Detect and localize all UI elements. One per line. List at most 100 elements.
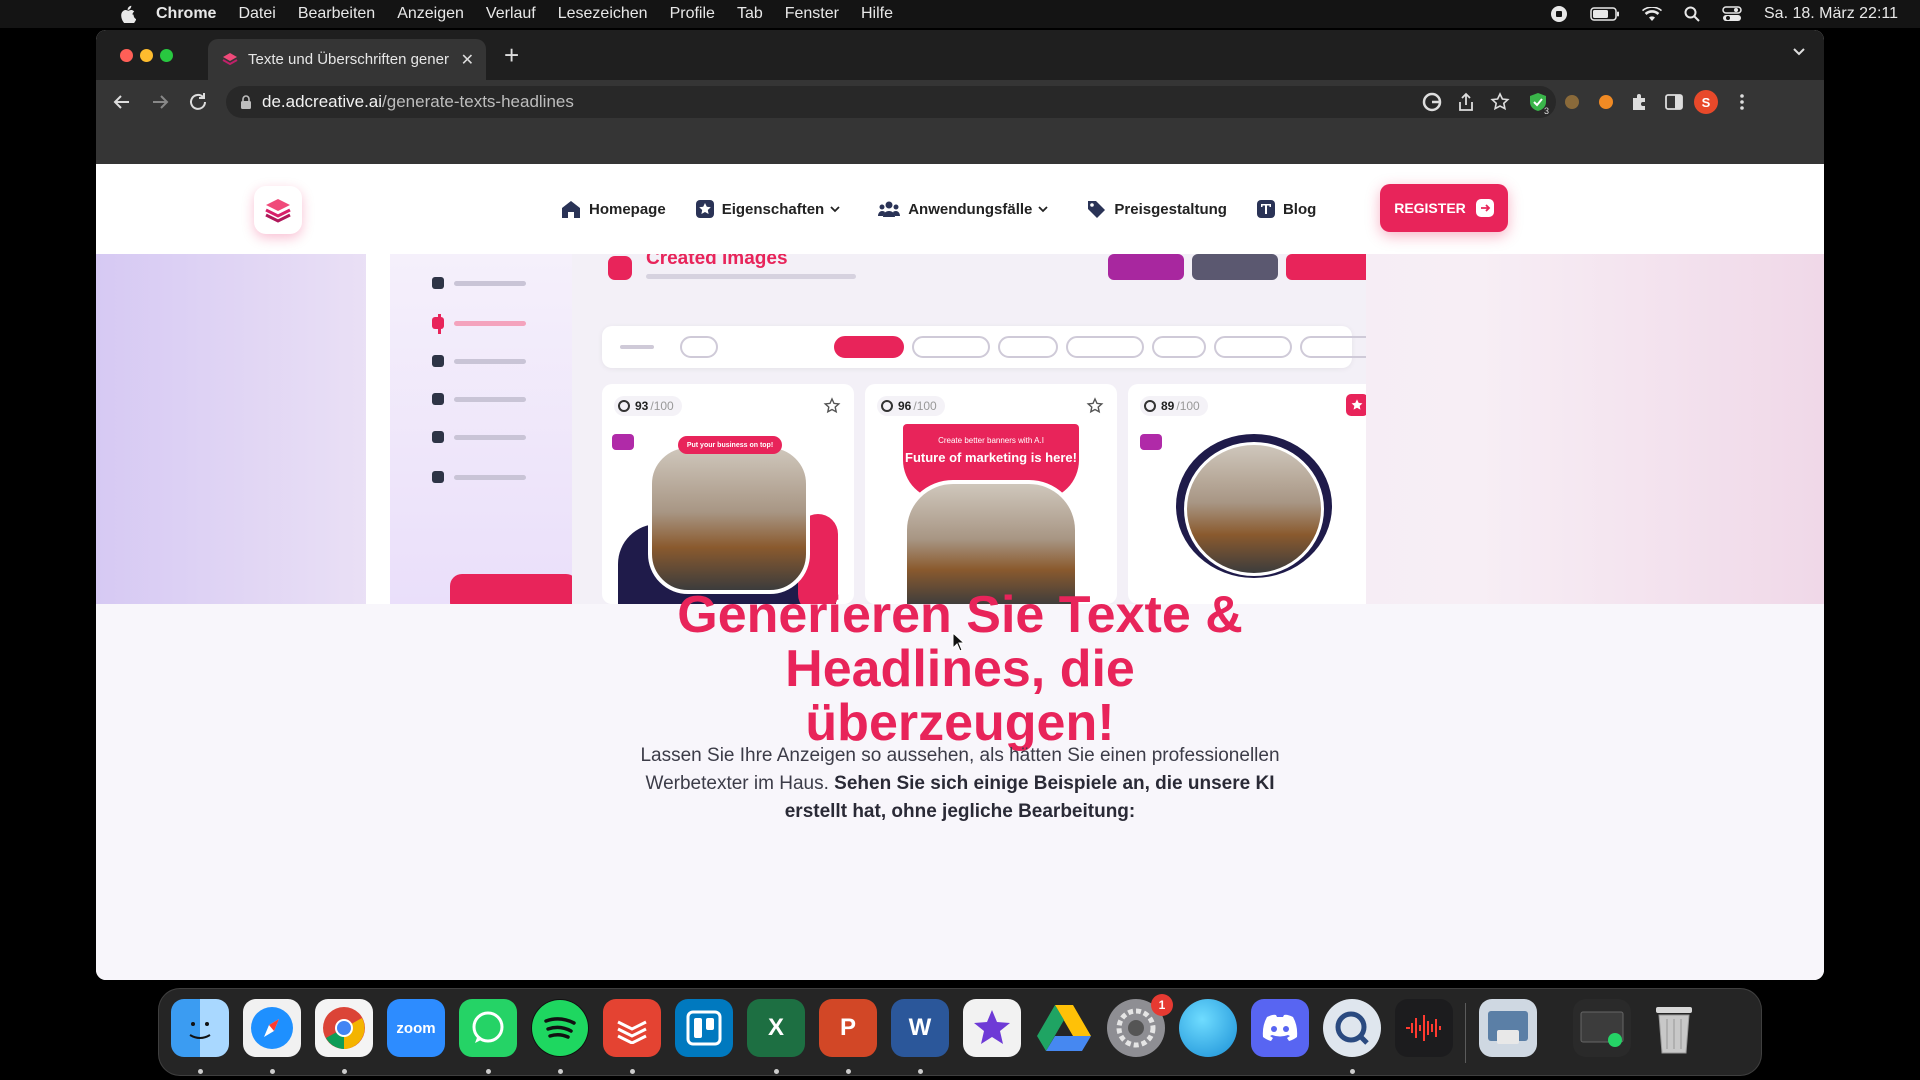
dock-word-icon[interactable]: W xyxy=(891,999,949,1057)
star-outline-icon xyxy=(1086,397,1104,414)
share-icon[interactable] xyxy=(1456,92,1476,112)
mockup-edit-button xyxy=(1108,254,1184,280)
hero-subtitle: Lassen Sie Ihre Anzeigen so aussehen, al… xyxy=(96,742,1824,826)
dock-imovie-icon[interactable] xyxy=(963,999,1021,1057)
dock-quicktime-icon[interactable] xyxy=(1323,999,1381,1057)
tab-search-chevron-icon[interactable] xyxy=(1792,44,1806,58)
mockup-title: Created images xyxy=(646,254,788,269)
dock-spotify-icon[interactable] xyxy=(531,999,589,1057)
dock-powerpoint-icon[interactable]: P xyxy=(819,999,877,1057)
wifi-icon[interactable] xyxy=(1642,6,1662,22)
dock-whatsapp-icon[interactable] xyxy=(459,999,517,1057)
menu-verlauf[interactable]: Verlauf xyxy=(486,5,536,23)
app-mockup-image: Created images 93 /100 Put your business… xyxy=(366,254,1366,604)
new-tab-icon[interactable]: + xyxy=(504,40,519,71)
adcreative-mini-logo xyxy=(612,434,634,450)
mockup-main: Created images 93 /100 Put your business… xyxy=(572,254,1366,604)
card-banner-line2: Future of marketing is here! xyxy=(905,450,1077,465)
layers-logo-icon xyxy=(265,199,291,223)
menu-anzeigen[interactable]: Anzeigen xyxy=(397,5,464,23)
nav-homepage[interactable]: Homepage xyxy=(561,200,666,218)
menu-tab[interactable]: Tab xyxy=(737,5,763,23)
dock-voice-memos-icon[interactable] xyxy=(1395,999,1453,1057)
nav-blog[interactable]: Blog xyxy=(1256,200,1316,218)
dock-todoist-icon[interactable] xyxy=(603,999,661,1057)
dock-safari-icon[interactable] xyxy=(243,999,301,1057)
menu-hilfe[interactable]: Hilfe xyxy=(861,5,893,23)
lock-icon[interactable] xyxy=(240,95,252,109)
dock-excel-icon[interactable]: X xyxy=(747,999,805,1057)
home-icon xyxy=(562,201,580,218)
screen-record-icon[interactable] xyxy=(1550,5,1568,23)
site-header: Homepage Eigenschaften Anwendungsfälle P… xyxy=(96,164,1824,254)
arrow-right-icon xyxy=(1475,199,1494,217)
extensions-puzzle-icon[interactable] xyxy=(1630,92,1650,112)
dock-screenshot-icon[interactable] xyxy=(1573,999,1631,1057)
main-nav: Homepage Eigenschaften Anwendungsfälle P… xyxy=(561,194,1346,224)
menu-bearbeiten[interactable]: Bearbeiten xyxy=(298,5,375,23)
close-window-button[interactable] xyxy=(120,49,133,62)
menubar-clock[interactable]: Sa. 18. März 22:11 xyxy=(1764,5,1898,23)
dock-zoom-icon[interactable]: zoom xyxy=(387,999,445,1057)
reload-icon[interactable] xyxy=(186,90,210,114)
close-tab-icon[interactable]: ✕ xyxy=(461,50,474,70)
nav-anwendungsfaelle[interactable]: Anwendungsfälle xyxy=(878,201,1056,218)
office-photo xyxy=(1184,442,1324,576)
card-banner-text: Put your business on top! xyxy=(678,436,782,454)
menu-fenster[interactable]: Fenster xyxy=(785,5,839,23)
back-arrow-icon[interactable] xyxy=(110,90,134,114)
blog-t-icon xyxy=(1256,200,1275,218)
browser-toolbar: de.adcreative.ai/generate-texts-headline… xyxy=(96,80,1824,124)
menu-profile[interactable]: Profile xyxy=(670,5,715,23)
dock-preview-icon[interactable] xyxy=(1479,999,1537,1057)
star-outline-icon xyxy=(823,397,841,414)
dock-finder-icon[interactable] xyxy=(171,999,229,1057)
mockup-title-underline xyxy=(646,274,856,279)
office-photo xyxy=(648,444,810,594)
menu-chrome[interactable]: Chrome xyxy=(156,5,216,23)
active-tab[interactable]: Texte und Überschriften gener ✕ xyxy=(208,39,486,80)
tab-strip: Texte und Überschriften gener ✕ + xyxy=(96,30,1824,80)
address-bar[interactable]: de.adcreative.ai/generate-texts-headline… xyxy=(226,86,1556,118)
chrome-menu-icon[interactable] xyxy=(1732,92,1752,112)
maximize-window-button[interactable] xyxy=(160,49,173,62)
battery-icon[interactable] xyxy=(1590,7,1620,21)
nav-eigenschaften[interactable]: Eigenschaften xyxy=(695,200,849,218)
cookie-extension-icon[interactable] xyxy=(1562,92,1582,112)
control-center-icon[interactable] xyxy=(1722,6,1742,22)
url-domain: de.adcreative.ai xyxy=(262,92,383,111)
menu-datei[interactable]: Datei xyxy=(238,5,275,23)
dock-chrome-icon[interactable] xyxy=(315,999,373,1057)
star-filled-icon xyxy=(1346,394,1366,416)
mockup-image-card: 89/100 xyxy=(1128,384,1366,604)
mockup-sidebar-item xyxy=(432,430,542,444)
dock-discord-icon[interactable] xyxy=(1251,999,1309,1057)
forward-arrow-icon[interactable] xyxy=(148,90,172,114)
url-path: /generate-texts-headlines xyxy=(382,92,574,111)
google-lens-icon[interactable] xyxy=(1422,92,1442,112)
macos-dock: zoom X P W 1 xyxy=(158,988,1762,1076)
dock-trello-icon[interactable] xyxy=(675,999,733,1057)
profile-avatar[interactable]: S xyxy=(1694,90,1718,114)
card-banner-line1: Create better banners with A.I xyxy=(938,436,1044,445)
score-badge: 93/100 xyxy=(614,396,682,416)
apple-logo-icon[interactable] xyxy=(120,5,136,23)
score-badge: 96/100 xyxy=(877,396,945,416)
menu-lesezeichen[interactable]: Lesezeichen xyxy=(558,5,648,23)
dock-google-drive-icon[interactable] xyxy=(1035,999,1093,1057)
users-icon xyxy=(878,201,901,217)
orange-extension-icon[interactable] xyxy=(1596,92,1616,112)
adcreative-logo[interactable] xyxy=(254,186,302,234)
dock-trash-icon[interactable] xyxy=(1645,999,1703,1057)
mockup-sidebar-item xyxy=(432,276,542,290)
register-button[interactable]: REGISTER xyxy=(1380,184,1508,232)
nav-preisgestaltung[interactable]: Preisgestaltung xyxy=(1086,199,1227,219)
bookmark-star-icon[interactable] xyxy=(1490,92,1510,112)
mockup-info-button xyxy=(1286,254,1366,280)
mockup-sidebar-item xyxy=(432,392,542,406)
dock-blue-app-icon[interactable] xyxy=(1179,999,1237,1057)
side-panel-icon[interactable] xyxy=(1664,92,1684,112)
spotlight-search-icon[interactable] xyxy=(1684,6,1700,22)
adcreative-favicon-icon xyxy=(222,52,238,65)
minimize-window-button[interactable] xyxy=(140,49,153,62)
